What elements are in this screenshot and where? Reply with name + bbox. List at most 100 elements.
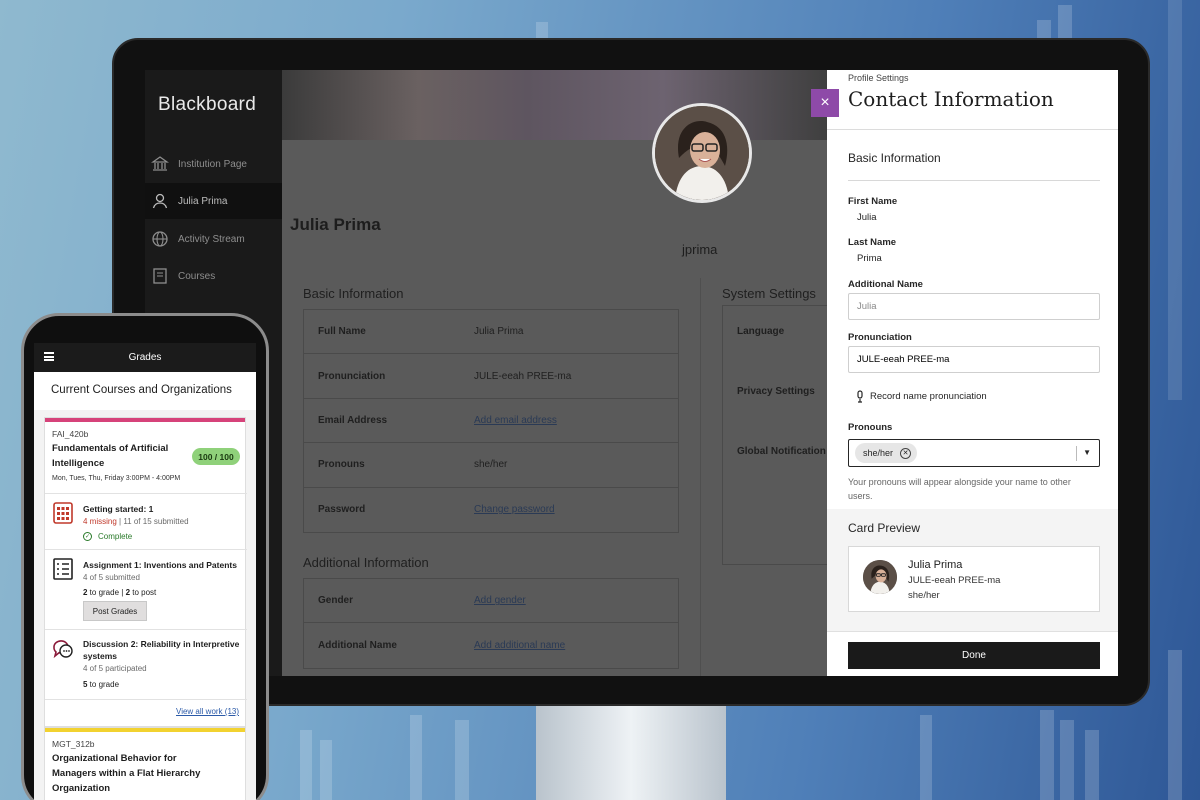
phone-screen: Grades Current Courses and Organizations… — [34, 343, 256, 800]
avatar — [863, 560, 897, 594]
card-preview: Julia Prima JULE-eeah PREE-ma she/her — [848, 546, 1100, 612]
system-settings-heading: System Settings — [722, 286, 816, 301]
monitor-stand — [536, 706, 726, 800]
profile-username: jprima — [682, 242, 718, 257]
sidebar-item-julia-prima[interactable]: Julia Prima — [145, 183, 282, 219]
sidebar-item-label: Courses — [178, 270, 216, 282]
globe-icon — [150, 229, 170, 249]
change-password-link[interactable]: Change password — [474, 504, 555, 515]
basic-information-heading: Basic Information — [848, 151, 941, 165]
pronouns-label: Pronouns — [848, 422, 893, 433]
course-card[interactable]: FAI_420b Fundamentals of Artificial Inte… — [44, 417, 247, 727]
additional-information-heading: Additional Information — [303, 555, 429, 570]
item-title[interactable]: Assignment 1: Inventions and Patents — [83, 559, 243, 571]
row-label: Pronunciation — [318, 370, 386, 382]
table-row: Password Change password — [304, 488, 678, 532]
row-label: Password — [318, 504, 366, 516]
additional-name-input[interactable]: Julia — [848, 293, 1100, 320]
calculator-icon — [53, 502, 73, 524]
row-value: Julia Prima — [474, 326, 524, 338]
microphone-icon — [857, 390, 863, 403]
pronouns-select[interactable]: she/her ✕ ▼ — [848, 439, 1100, 467]
pronunciation-input[interactable]: JULE-eeah PREE-ma — [848, 346, 1100, 373]
pronouns-hint: Your pronouns will appear alongside your… — [848, 477, 1071, 501]
privacy-settings[interactable]: Privacy Settings — [737, 386, 815, 397]
to-grade-text: to grade — [87, 680, 120, 689]
to-post-text: to post — [130, 588, 157, 597]
course-schedule: Mon, Tues, Thu, Friday 3:00PM - 4:00PM — [52, 475, 181, 482]
item-title[interactable]: Getting started: 1 — [83, 503, 243, 515]
to-grade-status: 5 to grade — [83, 680, 119, 689]
basic-information-form: Basic Information First Name Julia Last … — [827, 131, 1118, 509]
language-setting[interactable]: Language — [737, 326, 784, 337]
courses-heading-bar: Current Courses and Organizations — [34, 372, 256, 410]
chevron-down-icon[interactable]: ▼ — [1083, 448, 1091, 457]
discussion-icon — [53, 640, 73, 659]
last-name-label: Last Name — [848, 237, 897, 248]
sidebar-item-label: Activity Stream — [178, 233, 245, 245]
panel-footer: Done — [827, 631, 1118, 676]
course-accent — [45, 728, 245, 732]
add-email-link[interactable]: Add email address — [474, 415, 557, 426]
profile-avatar[interactable] — [652, 103, 752, 203]
post-grades-button[interactable]: Post Grades — [83, 601, 147, 621]
record-label: Record name pronunciation — [870, 391, 987, 402]
add-gender-link[interactable]: Add gender — [474, 595, 526, 606]
row-value: JULE-eeah PREE-ma — [474, 370, 572, 382]
courses-heading: Current Courses and Organizations — [51, 384, 232, 396]
course-accent — [45, 418, 245, 422]
item-status: 4 of 5 submitted — [83, 573, 140, 582]
profile-name: Julia Prima — [290, 215, 381, 234]
grade-post-counts: 2 to grade | 2 to post — [83, 588, 156, 597]
add-additional-name-link[interactable]: Add additional name — [474, 640, 565, 651]
complete-status: ✓ Complete — [83, 532, 132, 541]
row-label: Gender — [318, 595, 354, 607]
checklist-icon — [53, 558, 73, 580]
phone-header: Grades — [34, 343, 256, 372]
pronunciation-label: Pronunciation — [848, 332, 912, 343]
course-card[interactable]: MGT_312b Organizational Behavior for Man… — [44, 727, 246, 800]
table-row: Pronunciation JULE-eeah PREE-ma — [304, 354, 678, 399]
chip-label: she/her — [863, 448, 894, 458]
item-title[interactable]: Discussion 2: Reliability in Interpretiv… — [83, 638, 243, 662]
pronoun-chip: she/her ✕ — [855, 443, 918, 463]
submitted-count: 11 of 15 submitted — [123, 517, 189, 526]
close-panel-button[interactable]: × — [811, 89, 839, 117]
sidebar-item-activity-stream[interactable]: Activity Stream — [145, 221, 282, 257]
phone-title: Grades — [128, 352, 162, 363]
menu-icon[interactable] — [44, 352, 54, 361]
grade-badge: 100 / 100 — [192, 448, 240, 465]
row-value: she/her — [474, 459, 508, 471]
card-name: Julia Prima — [908, 559, 963, 571]
system-settings-table: Language Privacy Settings Global Notific… — [722, 305, 827, 565]
basic-information-heading: Basic Information — [303, 286, 404, 301]
row-label: Additional Name — [318, 640, 397, 652]
close-icon: × — [820, 94, 830, 111]
breadcrumb: Profile Settings — [848, 73, 909, 83]
global-notification-setting[interactable]: Global Notification — [737, 446, 826, 457]
panel-body: Basic Information First Name Julia Last … — [827, 131, 1118, 676]
divider — [45, 629, 247, 630]
sidebar-item-institution-page[interactable]: Institution Page — [145, 146, 282, 182]
additional-name-label: Additional Name — [848, 279, 923, 290]
card-preview-heading: Card Preview — [848, 521, 921, 535]
card-pronunciation: JULE-eeah PREE-ma — [908, 575, 1001, 586]
table-row: Pronouns she/her — [304, 443, 678, 488]
card-pronouns: she/her — [908, 590, 940, 601]
blackboard-logo: Blackboard — [158, 94, 257, 115]
done-button[interactable]: Done — [848, 642, 1100, 669]
view-all-work-link[interactable]: View all work (13) — [176, 707, 239, 716]
first-name-value: Julia — [857, 212, 877, 223]
table-row: Gender Add gender — [304, 579, 678, 624]
column-divider — [700, 278, 701, 676]
panel-header: Profile Settings Contact Information — [827, 70, 1118, 130]
table-row: Email Address Add email address — [304, 399, 678, 444]
remove-chip-icon[interactable]: ✕ — [900, 447, 912, 459]
sidebar-item-courses[interactable]: Courses — [145, 258, 282, 294]
divider — [45, 549, 247, 550]
table-row: Full Name Julia Prima — [304, 310, 678, 355]
course-code: FAI_420b — [52, 429, 89, 439]
first-name-label: First Name — [848, 196, 898, 207]
row-label: Pronouns — [318, 459, 365, 471]
record-pronunciation-button[interactable]: Record name pronunciation — [855, 390, 987, 403]
